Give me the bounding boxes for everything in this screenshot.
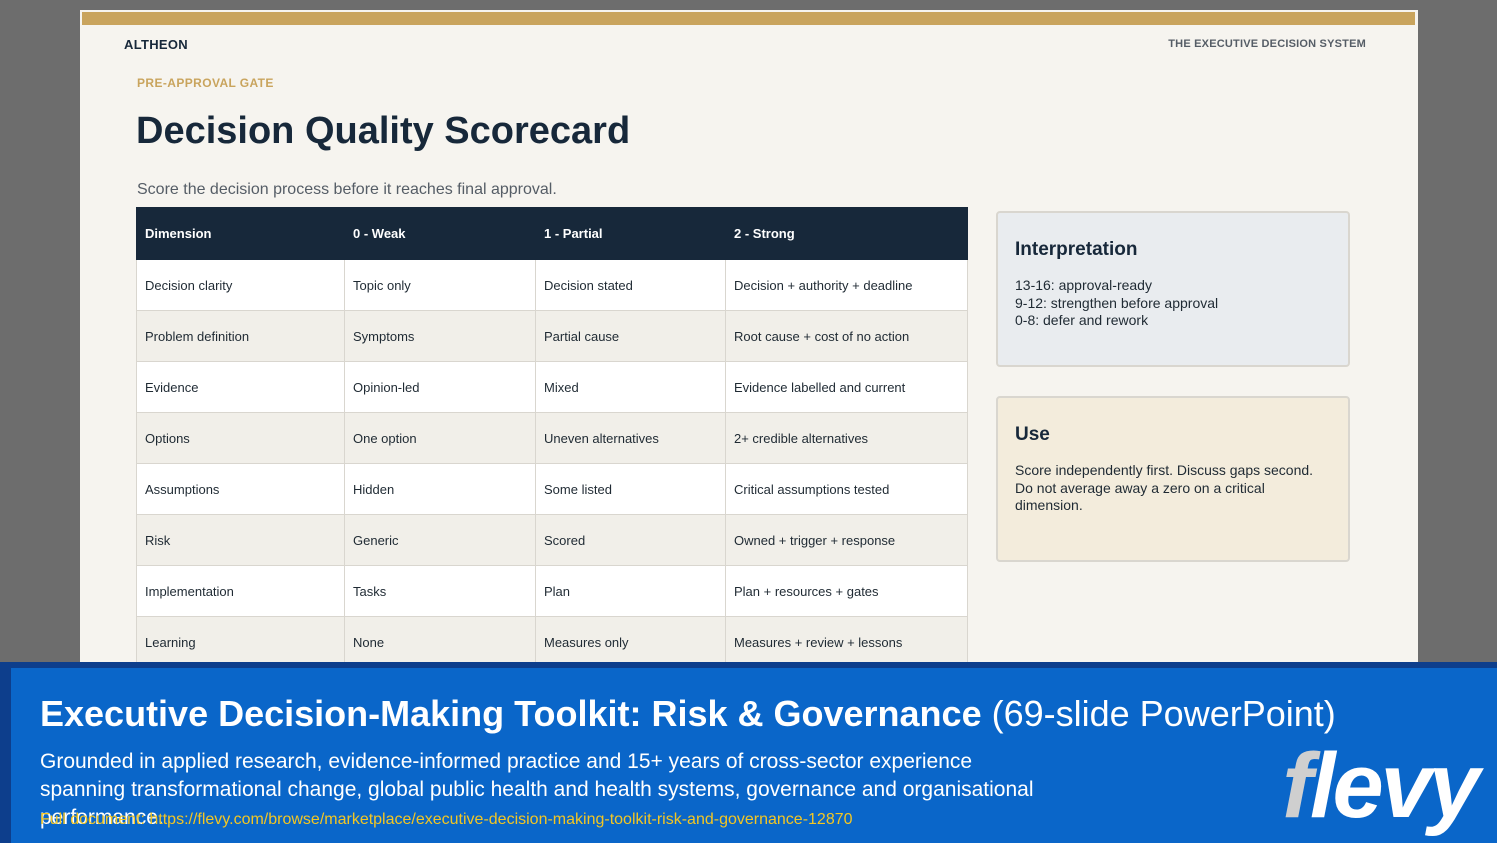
- table-cell: Mixed: [535, 361, 726, 413]
- table-cell: Problem definition: [136, 310, 345, 362]
- table-row: Risk Generic Scored Owned + trigger + re…: [136, 514, 968, 566]
- brand-tagline: THE EXECUTIVE DECISION SYSTEM: [1168, 38, 1366, 50]
- table-cell: Uneven alternatives: [535, 412, 726, 464]
- table-cell: Risk: [136, 514, 345, 566]
- table-row: Implementation Tasks Plan Plan + resourc…: [136, 565, 968, 617]
- table-header-cell: 1 - Partial: [535, 207, 726, 260]
- table-cell: Opinion-led: [344, 361, 536, 413]
- table-cell: Critical assumptions tested: [725, 463, 968, 515]
- table-cell: Evidence: [136, 361, 345, 413]
- table-row: Evidence Opinion-led Mixed Evidence labe…: [136, 361, 968, 413]
- interpretation-line: 0-8: defer and rework: [1015, 312, 1149, 328]
- banner-title: Executive Decision-Making Toolkit: Risk …: [40, 693, 1336, 735]
- interpretation-card: Interpretation 13-16: approval-ready 9-1…: [996, 211, 1350, 367]
- table-cell: None: [344, 616, 536, 668]
- use-body: Score independently first. Discuss gaps …: [1015, 462, 1314, 513]
- section-eyebrow: PRE-APPROVAL GATE: [137, 76, 274, 90]
- slide-title: Decision Quality Scorecard: [136, 110, 631, 152]
- table-cell: Generic: [344, 514, 536, 566]
- table-cell: Options: [136, 412, 345, 464]
- table-cell: Tasks: [344, 565, 536, 617]
- promo-banner-inner: Executive Decision-Making Toolkit: Risk …: [11, 668, 1497, 843]
- table-cell: Plan: [535, 565, 726, 617]
- table-cell: Symptoms: [344, 310, 536, 362]
- interpretation-title: Interpretation: [1015, 239, 1138, 260]
- table-cell: Measures only: [535, 616, 726, 668]
- table-cell: Implementation: [136, 565, 345, 617]
- promo-banner: Executive Decision-Making Toolkit: Risk …: [0, 662, 1497, 843]
- table-row: Assumptions Hidden Some listed Critical …: [136, 463, 968, 515]
- table-cell: Some listed: [535, 463, 726, 515]
- table-cell: One option: [344, 412, 536, 464]
- table-cell: Learning: [136, 616, 345, 668]
- use-title: Use: [1015, 424, 1050, 445]
- table-row: Learning None Measures only Measures + r…: [136, 616, 968, 668]
- table-cell: 2+ credible alternatives: [725, 412, 968, 464]
- table-header-cell: 0 - Weak: [344, 207, 536, 260]
- table-cell: Decision clarity: [136, 259, 345, 311]
- banner-title-suffix: (69-slide PowerPoint): [981, 693, 1336, 734]
- table-cell: Hidden: [344, 463, 536, 515]
- slide-top-bar: [82, 12, 1415, 25]
- table-cell: Measures + review + lessons: [725, 616, 968, 668]
- banner-title-main: Executive Decision-Making Toolkit: Risk …: [40, 693, 982, 734]
- use-card: Use Score independently first. Discuss g…: [996, 396, 1350, 562]
- brand-name: ALTHEON: [124, 37, 188, 52]
- interpretation-line: 13-16: approval-ready: [1015, 277, 1152, 293]
- table-cell: Decision + authority + deadline: [725, 259, 968, 311]
- table-cell: Topic only: [344, 259, 536, 311]
- table-cell: Owned + trigger + response: [725, 514, 968, 566]
- table-header-row: Dimension 0 - Weak 1 - Partial 2 - Stron…: [136, 207, 968, 260]
- table-cell: Scored: [535, 514, 726, 566]
- full-document-link[interactable]: Full document: https://flevy.com/browse/…: [40, 811, 853, 829]
- table-header-cell: 2 - Strong: [725, 207, 968, 260]
- slide-subtitle: Score the decision process before it rea…: [137, 181, 557, 198]
- interpretation-body: 13-16: approval-ready 9-12: strengthen b…: [1015, 277, 1328, 330]
- table-cell: Root cause + cost of no action: [725, 310, 968, 362]
- flevy-logo: flevy: [1282, 735, 1480, 837]
- scorecard-table: Dimension 0 - Weak 1 - Partial 2 - Stron…: [136, 207, 968, 668]
- slide: ALTHEON THE EXECUTIVE DECISION SYSTEM PR…: [80, 10, 1418, 670]
- table-cell: Decision stated: [535, 259, 726, 311]
- table-cell: Partial cause: [535, 310, 726, 362]
- table-cell: Evidence labelled and current: [725, 361, 968, 413]
- table-row: Decision clarity Topic only Decision sta…: [136, 259, 968, 311]
- table-header-cell: Dimension: [136, 207, 345, 260]
- table-row: Problem definition Symptoms Partial caus…: [136, 310, 968, 362]
- table-cell: Plan + resources + gates: [725, 565, 968, 617]
- interpretation-line: 9-12: strengthen before approval: [1015, 294, 1219, 311]
- table-row: Options One option Uneven alternatives 2…: [136, 412, 968, 464]
- table-cell: Assumptions: [136, 463, 345, 515]
